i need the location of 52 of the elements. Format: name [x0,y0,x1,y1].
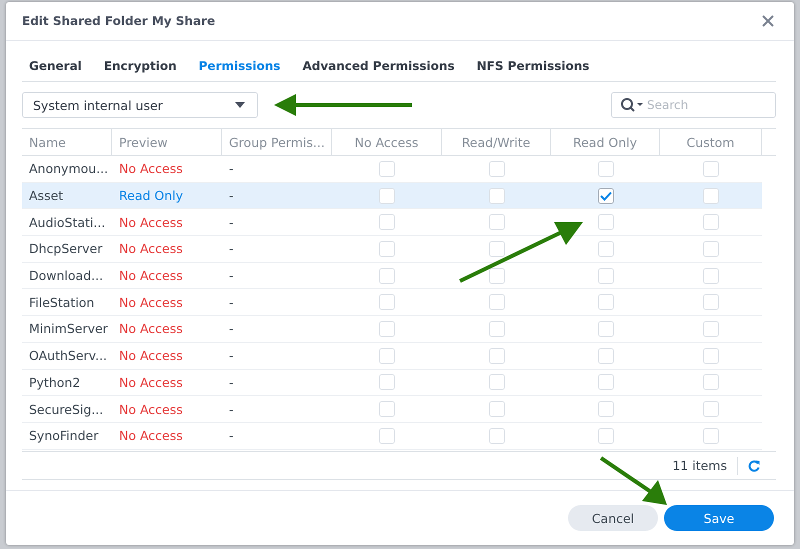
user-type-dropdown[interactable]: System internal user [22,92,258,118]
table-cell-text: No Access [118,374,184,392]
table-cell-text: MinimServer [28,320,109,338]
table-cell-text: - [228,320,235,338]
table-cell-text: - [228,400,235,419]
table-cell-text: No Access [118,160,184,178]
table-cell-text: - [228,160,235,178]
table-cell-text: - [228,214,235,232]
table-cell-text: No Access [118,214,184,232]
table-cell-text: - [228,427,235,446]
tab[interactable]: Permissions [192,59,288,81]
table-cell-text: No Access [118,240,184,258]
search-icon[interactable] [620,97,644,113]
window-title: Edit Shared Folder My Share [22,14,216,28]
tab[interactable]: NFS Permissions [470,59,596,81]
close-icon[interactable] [762,15,774,27]
save-button[interactable]: Save [664,505,774,531]
table-cell-text: - [228,347,235,366]
table-cell-text: - [228,374,235,392]
table-cell-text: FileStation [28,294,96,312]
table-cell-text: Read Only [118,187,184,206]
table-cell-text: No Access [118,320,184,338]
table-cell-text: AudioStati... [28,214,106,232]
caret-icon [235,102,245,108]
table-cell-text: Anonymou... [28,160,110,178]
table-cell-text: No Access [118,347,184,366]
search-box[interactable]: Search [611,92,776,118]
table-cell-text: Python2 [28,374,82,392]
table-cell-text: Asset [28,187,64,206]
table-cell-text: SynoFinder [28,427,100,446]
table-cell-text: DhcpServer [28,240,104,258]
checkbox[interactable] [598,188,614,204]
table-cell-text: No Access [118,267,184,286]
tab[interactable]: Encryption [96,59,184,81]
table-cell-text: No Access [118,400,184,419]
cancel-button[interactable]: Cancel [568,505,658,531]
table-cell-text: - [228,294,235,312]
table-cell-text: No Access [118,294,184,312]
table-cell-text: Download... [28,267,104,286]
annotation-arrow [599,456,669,506]
table-cell-text: - [228,267,235,286]
table-cell-text: No Access [118,427,184,446]
refresh-icon[interactable] [748,460,760,472]
table-cell-text: OAuthServ... [28,347,108,366]
search-field[interactable]: Search [647,96,767,114]
tab[interactable]: General [22,59,89,81]
table-cell-text: - [228,240,235,258]
tab[interactable]: Advanced Permissions [295,59,462,81]
table-cell-text: - [228,187,235,206]
table-row[interactable]: Asset Read Only - [22,182,762,210]
item-count: 11 items [672,458,727,473]
table-cell-text: SecureSig... [28,400,104,419]
